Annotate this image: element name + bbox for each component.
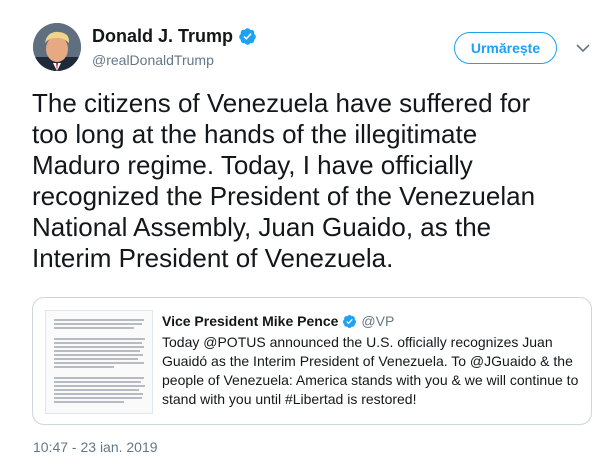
- quoted-tweet-text-line: stand with you until #Libertad is restor…: [162, 391, 417, 407]
- avatar[interactable]: [33, 23, 81, 71]
- quoted-author-handle: @VP: [361, 313, 395, 329]
- author-handle[interactable]: @realDonaldTrump: [92, 52, 214, 68]
- quoted-tweet-card[interactable]: Vice President Mike Pence @VP Today @POT…: [32, 297, 592, 425]
- verified-badge-icon: [343, 314, 357, 328]
- author-name-row: Donald J. Trump: [92, 26, 257, 47]
- quoted-tweet-image[interactable]: [45, 310, 153, 414]
- tweet-timestamp[interactable]: 10:47 - 23 ian. 2019: [33, 439, 158, 455]
- tweet-text: The citizens of Venezuela have suffered …: [32, 88, 592, 274]
- quoted-tweet-text-line: people of Venezuela: America stands with…: [162, 372, 579, 388]
- chevron-down-icon[interactable]: [575, 40, 591, 56]
- tweet-text-line: too long at the hands of the illegitimat…: [32, 119, 478, 149]
- author-display-name[interactable]: Donald J. Trump: [92, 26, 233, 47]
- avatar-image: [33, 23, 81, 71]
- tweet-text-line: Maduro regime. Today, I have officially: [32, 150, 473, 180]
- quoted-tweet-header: Vice President Mike Pence @VP: [162, 313, 394, 329]
- verified-badge-icon: [239, 28, 256, 45]
- quoted-author-name: Vice President Mike Pence: [162, 313, 339, 329]
- quoted-tweet-text-line: Guaidó as the Interim President of Venez…: [162, 353, 573, 369]
- quoted-tweet-text-line: Today @POTUS announced the U.S. official…: [162, 334, 553, 350]
- tweet-text-line: Interim President of Venezuela.: [32, 243, 394, 273]
- quoted-tweet-text: Today @POTUS announced the U.S. official…: [162, 333, 582, 409]
- tweet-text-line: National Assembly, Juan Guaido, as the: [32, 212, 492, 242]
- tweet-text-line: recognized the President of the Venezuel…: [32, 181, 536, 211]
- tweet-text-line: The citizens of Venezuela have suffered …: [32, 88, 531, 118]
- follow-button[interactable]: Urmărește: [454, 32, 557, 64]
